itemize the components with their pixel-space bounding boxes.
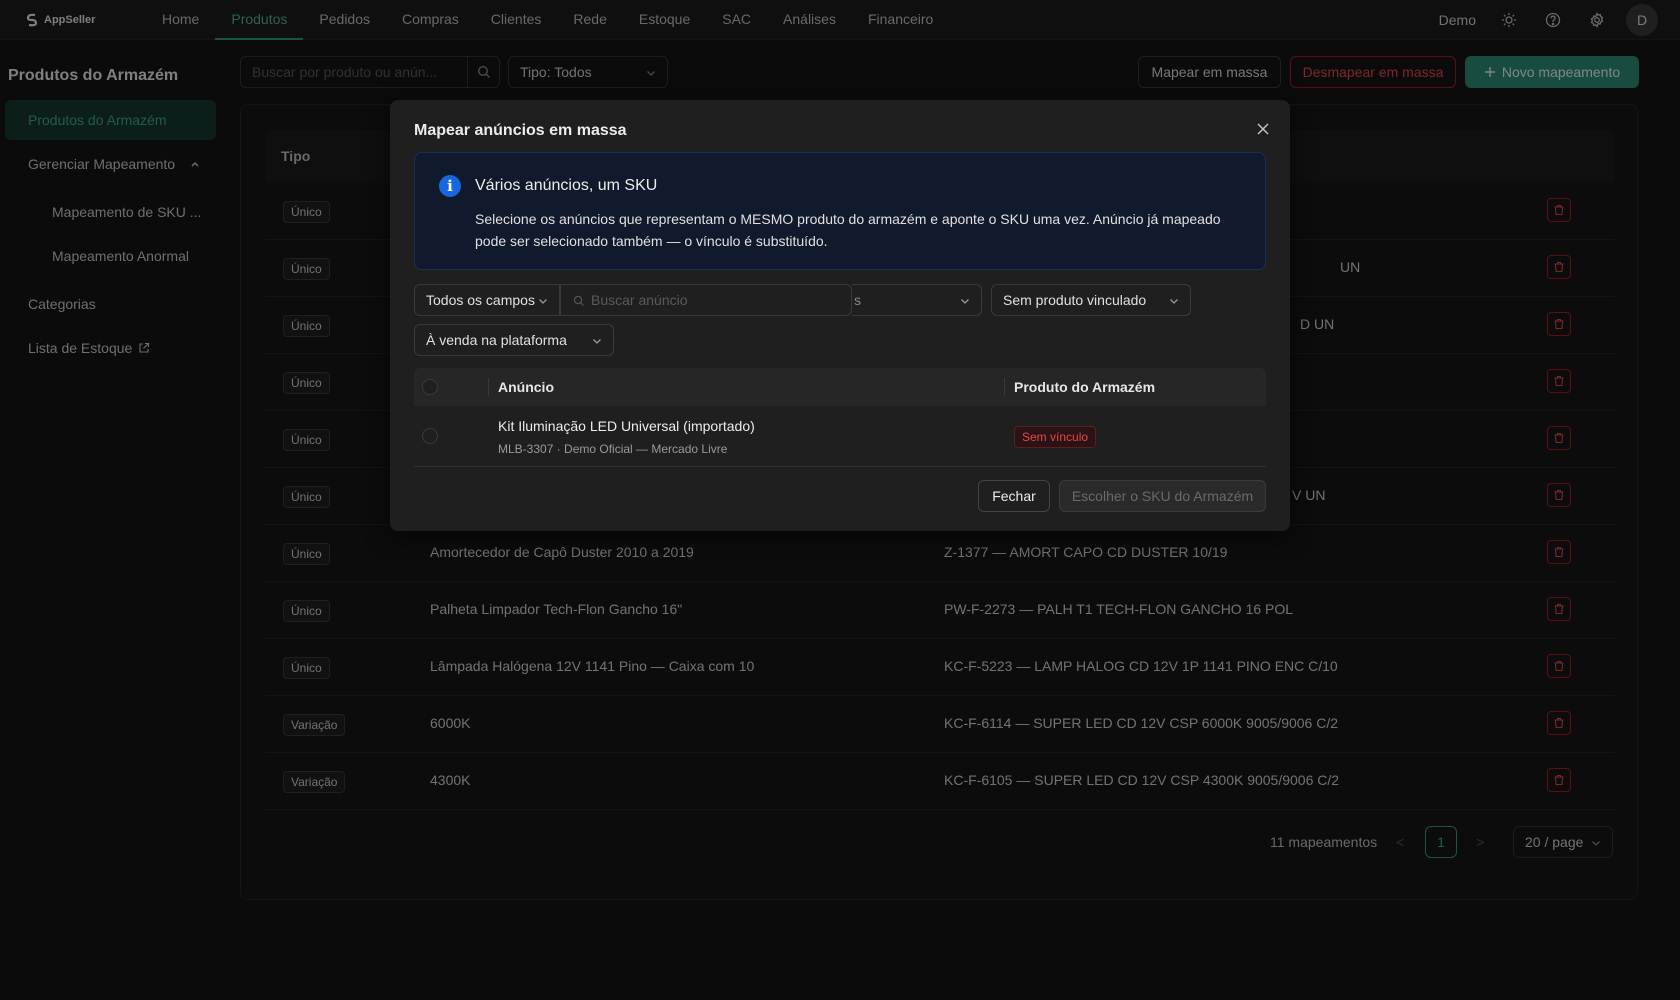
listing-row[interactable]: Kit Iluminação LED Universal (importado)…: [414, 406, 1266, 467]
field-select-value: Todos os campos: [426, 292, 535, 308]
listing-table-header: Anúncio Produto do Armazém: [414, 368, 1266, 406]
bulk-map-modal: Mapear anúncios em massa i Vários anúnci…: [390, 100, 1290, 531]
listing-search-input[interactable]: Buscar anúncio: [560, 284, 852, 316]
listing-subtitle: MLB-3307 · Demo Oficial — Mercado Livre: [498, 442, 728, 456]
select-all-checkbox[interactable]: [422, 379, 438, 395]
hidden-filter-select[interactable]: s: [852, 284, 982, 316]
row-checkbox[interactable]: [422, 428, 438, 444]
info-alert: i Vários anúncios, um SKU Selecione os a…: [414, 152, 1266, 270]
chevron-down-icon: [1170, 299, 1178, 304]
platform-status-select[interactable]: À venda na plataforma: [414, 324, 614, 356]
column-header-warehouse-product: Produto do Armazém: [1014, 379, 1156, 395]
column-divider: [1004, 378, 1005, 396]
chevron-down-icon: [593, 339, 601, 344]
platform-status-value: À venda na plataforma: [426, 332, 567, 348]
info-icon: i: [439, 175, 461, 197]
chevron-down-icon: [539, 299, 547, 304]
chevron-down-icon: [961, 299, 969, 304]
choose-sku-button[interactable]: Escolher o SKU do Armazém: [1059, 480, 1266, 512]
column-divider: [488, 378, 489, 396]
link-status-value: Sem produto vinculado: [1003, 292, 1147, 308]
alert-title: Vários anúncios, um SKU: [475, 177, 658, 194]
listing-title: Kit Iluminação LED Universal (importado): [498, 418, 755, 434]
close-icon[interactable]: [1252, 118, 1274, 140]
column-header-listing: Anúncio: [498, 379, 554, 395]
listing-search-placeholder: Buscar anúncio: [591, 292, 688, 308]
search-icon: [573, 295, 584, 306]
close-button[interactable]: Fechar: [978, 480, 1050, 512]
hidden-filter-value: s: [854, 292, 861, 308]
field-select[interactable]: Todos os campos: [414, 284, 560, 316]
status-badge: Sem vínculo: [1014, 426, 1097, 448]
link-status-select[interactable]: Sem produto vinculado: [991, 284, 1191, 316]
modal-title: Mapear anúncios em massa: [414, 122, 627, 139]
alert-description: Selecione os anúncios que representam o …: [475, 211, 1221, 249]
